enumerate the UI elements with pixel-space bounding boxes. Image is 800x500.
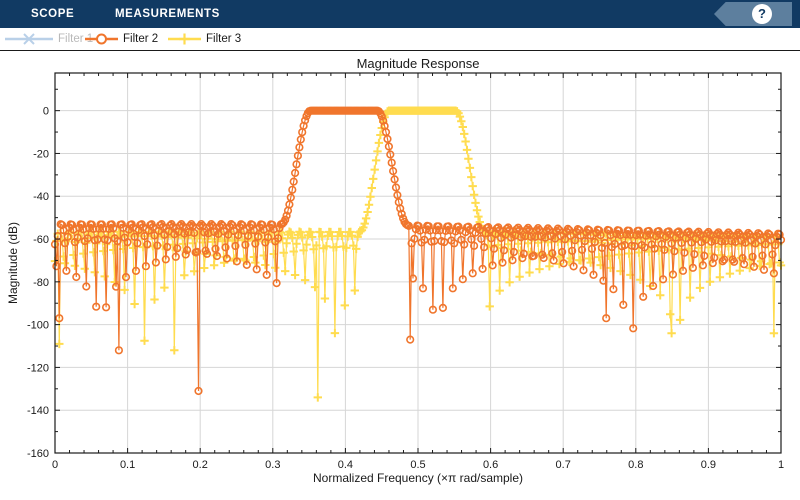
x-axis-label: Normalized Frequency (×π rad/sample) (312, 471, 524, 485)
svg-text:0.9: 0.9 (701, 459, 716, 471)
svg-text:-80: -80 (33, 277, 49, 289)
svg-text:0.7: 0.7 (556, 459, 571, 471)
svg-text:0.6: 0.6 (483, 459, 498, 471)
svg-text:0.8: 0.8 (628, 459, 643, 471)
svg-text:0.5: 0.5 (410, 459, 425, 471)
svg-text:0.4: 0.4 (338, 459, 353, 471)
svg-text:-160: -160 (27, 448, 49, 460)
svg-text:-120: -120 (27, 362, 49, 374)
svg-text:1: 1 (778, 459, 784, 471)
y-axis-label: Magnitude (dB) (6, 221, 20, 305)
svg-text:0.1: 0.1 (120, 459, 135, 471)
svg-text:-60: -60 (33, 234, 49, 246)
svg-text:-140: -140 (27, 405, 49, 417)
magnitude-response-plot: 0 0.1 0.2 0.3 0.4 0.5 0.6 0.7 0.8 0.9 1 0 -20 -40 -60 -… (27, 72, 786, 471)
svg-text:0.2: 0.2 (193, 459, 208, 471)
chart-title: Magnitude Response (356, 56, 480, 71)
svg-text:0: 0 (52, 459, 58, 471)
scope-window: SCOPE MEASUREMENTS ? Filter 1 Filter 2 F… (0, 0, 800, 500)
svg-text:-20: -20 (33, 148, 49, 160)
svg-text:0: 0 (43, 106, 49, 118)
svg-text:0.3: 0.3 (265, 459, 280, 471)
svg-text:-100: -100 (27, 320, 49, 332)
svg-text:-40: -40 (33, 191, 49, 203)
